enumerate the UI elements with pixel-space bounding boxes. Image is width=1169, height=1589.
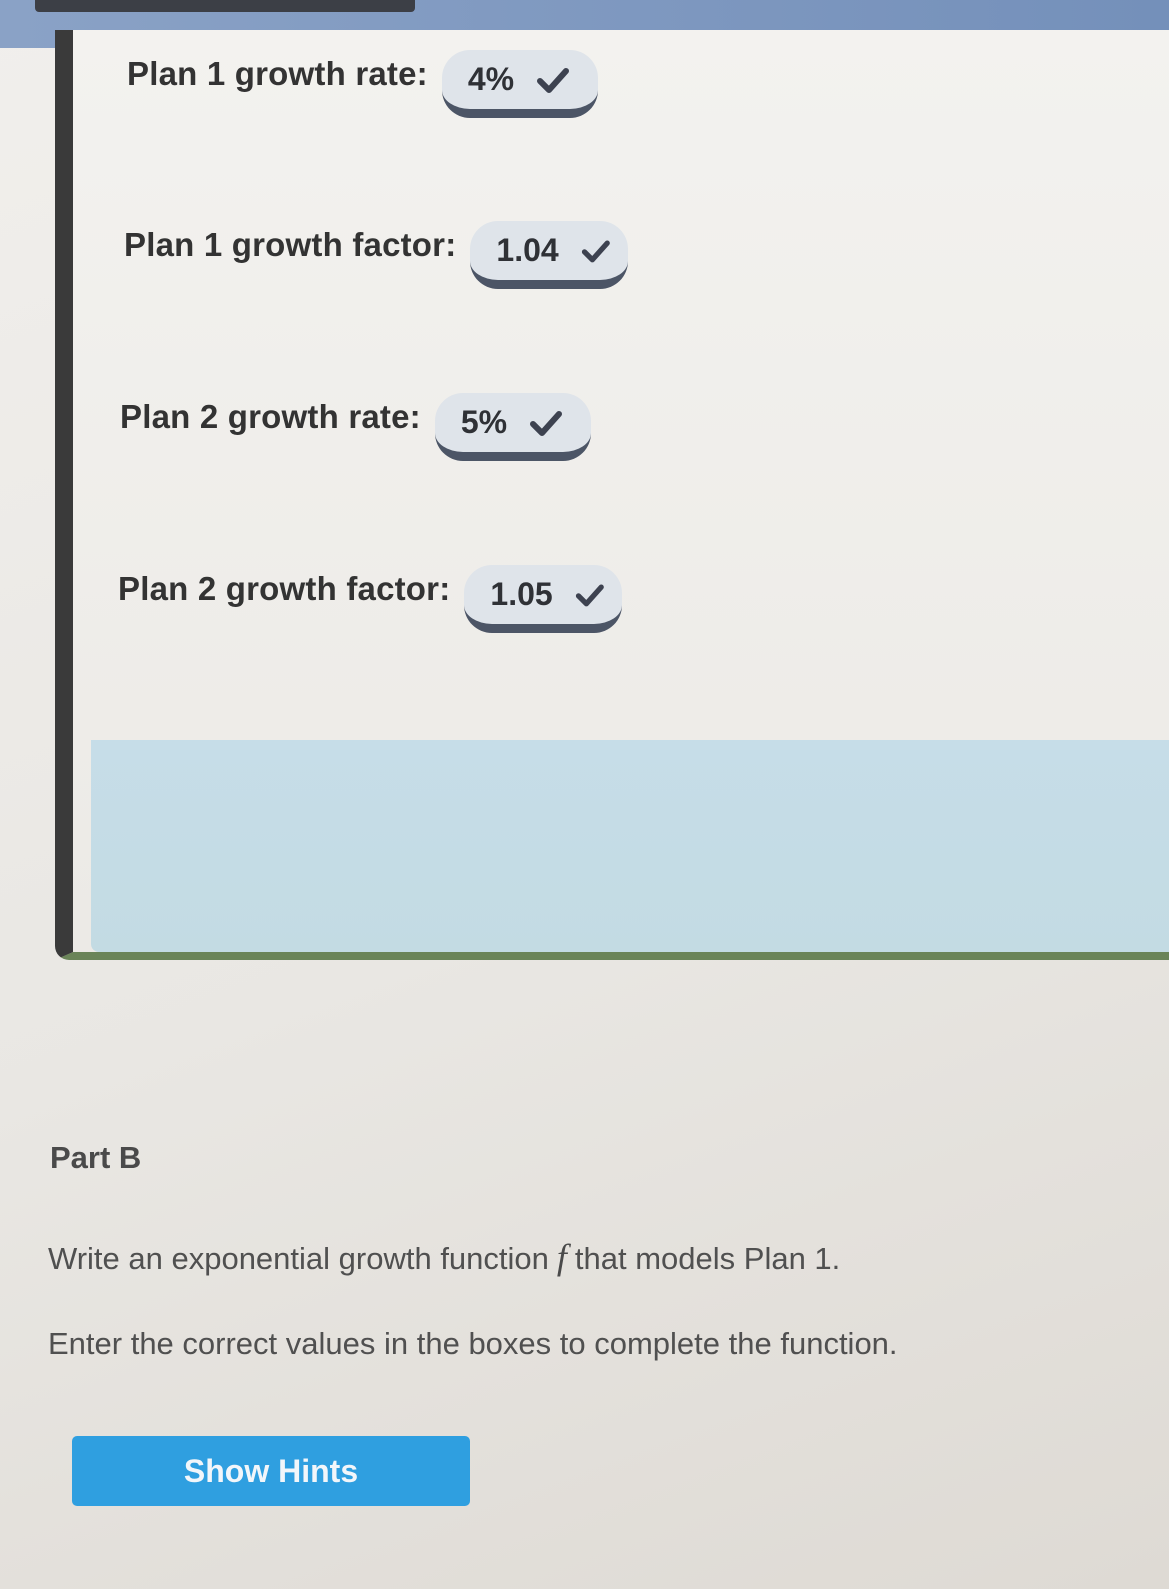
plan-1-growth-rate-label: Plan 1 growth rate: (127, 55, 428, 92)
prompt-after-text: that models Plan 1. (574, 1241, 841, 1276)
plan-1-growth-factor-label: Plan 1 growth factor: (124, 226, 457, 263)
plan-1-growth-factor-row: Plan 1 growth factor: 1.04 (124, 211, 629, 289)
prompt-before-text: Write an exponential growth function (48, 1241, 549, 1276)
plan-1-growth-rate-row: Plan 1 growth rate: 4% (127, 40, 598, 118)
plan-1-growth-rate-answer-box[interactable]: 4% (441, 50, 598, 118)
function-symbol: f (556, 1237, 567, 1277)
top-bar-tab (35, 0, 415, 12)
checkmark-icon (575, 584, 604, 606)
checkmark-icon (581, 240, 610, 262)
checkmark-icon (537, 67, 570, 93)
show-hints-button[interactable]: Show Hints (72, 1436, 470, 1506)
plan-2-growth-factor-value: 1.05 (490, 576, 553, 612)
plan-2-growth-rate-row: Plan 2 growth rate: 5% (120, 383, 591, 461)
plan-2-growth-factor-answer-box[interactable]: 1.05 (464, 565, 623, 633)
plan-2-growth-rate-label: Plan 2 growth rate: (120, 398, 421, 435)
part-b-heading: Part B (50, 1140, 142, 1175)
plan-2-growth-rate-answer-box[interactable]: 5% (434, 393, 591, 461)
plan-2-growth-factor-label: Plan 2 growth factor: (118, 570, 451, 607)
plan-1-growth-factor-value: 1.04 (496, 232, 559, 268)
plan-1-growth-rate-value: 4% (467, 61, 515, 97)
part-b-prompt: Write an exponential growth function f tha… (48, 1236, 840, 1278)
plan-1-growth-factor-answer-box[interactable]: 1.04 (470, 221, 629, 289)
part-b-instruction: Enter the correct values in the boxes to… (48, 1326, 898, 1361)
part-a-answer-card (55, 30, 1169, 960)
plan-2-growth-factor-row: Plan 2 growth factor: 1.05 (118, 555, 623, 633)
checkmark-icon (530, 410, 563, 436)
plan-2-growth-rate-value: 5% (460, 404, 508, 440)
card-footer-panel (91, 740, 1169, 952)
